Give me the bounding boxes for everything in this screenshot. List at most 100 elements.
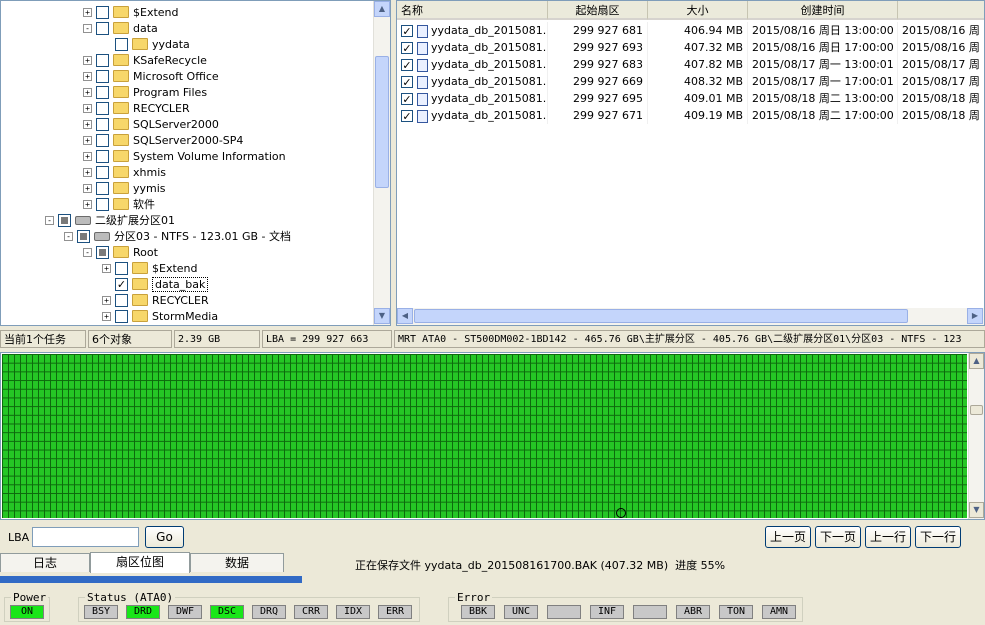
tree-checkbox[interactable] [96, 197, 109, 211]
folder-icon [113, 198, 129, 210]
expand-icon[interactable]: + [83, 199, 92, 209]
expand-icon[interactable]: + [102, 311, 111, 321]
collapse-icon[interactable]: - [64, 231, 73, 241]
scroll-down-icon[interactable]: ▼ [969, 502, 984, 518]
expand-icon[interactable]: + [83, 7, 92, 17]
file-list[interactable]: 名称 起始扇区 大小 创建时间 yydata_db_2015081...299 … [396, 0, 985, 326]
row-checkbox[interactable] [401, 42, 413, 54]
tree-checkbox[interactable] [96, 149, 109, 163]
collapse-icon[interactable]: - [83, 247, 92, 257]
tab-data[interactable]: 数据 [190, 553, 284, 572]
tree-item[interactable]: + xhmis [83, 164, 166, 180]
row-checkbox[interactable] [401, 110, 413, 122]
tree-checkbox[interactable] [115, 293, 128, 307]
tree-checkbox[interactable] [96, 21, 109, 35]
tree-item[interactable]: - Root [83, 244, 158, 260]
tree-item[interactable]: + yymis [83, 180, 166, 196]
list-horizontal-scrollbar[interactable]: ◀ ▶ [397, 308, 984, 325]
lba-input[interactable] [32, 527, 139, 547]
tree-item[interactable]: - data [83, 20, 158, 36]
tree-item[interactable]: + SQLServer2000-SP4 [83, 132, 243, 148]
expand-icon[interactable]: + [83, 87, 92, 97]
expand-icon[interactable]: + [83, 119, 92, 129]
row-checkbox[interactable] [401, 93, 413, 105]
collapse-icon[interactable]: - [45, 215, 54, 225]
scroll-thumb[interactable] [375, 56, 389, 188]
tree-checkbox[interactable] [96, 69, 109, 83]
tree-checkbox[interactable] [96, 53, 109, 67]
folder-icon [132, 294, 148, 306]
tree-item[interactable]: + $Extend [102, 260, 198, 276]
tree-item[interactable]: + RECYCLER [83, 100, 190, 116]
tree-checkbox[interactable] [115, 277, 128, 291]
collapse-icon[interactable]: - [83, 23, 92, 33]
prev-page-button[interactable]: 上一页 [765, 526, 811, 548]
row-checkbox[interactable] [401, 59, 413, 71]
tree-item[interactable]: + System Volume Information [83, 148, 286, 164]
tree-item-label: data_bak [152, 276, 209, 292]
expand-icon[interactable]: + [83, 55, 92, 65]
tree-checkbox[interactable] [77, 229, 90, 243]
tree-item[interactable]: + RECYCLER [102, 292, 209, 308]
tree-checkbox[interactable] [58, 213, 71, 227]
expand-icon[interactable]: + [83, 183, 92, 193]
tree-item[interactable]: + StormMedia [102, 308, 218, 324]
expand-icon[interactable]: + [83, 71, 92, 81]
tree-checkbox[interactable] [96, 101, 109, 115]
tree-checkbox[interactable] [115, 261, 128, 275]
tree-item[interactable]: + $Extend [83, 4, 179, 20]
tree-item[interactable]: data_bak [102, 276, 209, 292]
sector-bitmap[interactable]: ▲ ▼ [0, 352, 985, 520]
hscroll-thumb[interactable] [414, 309, 908, 323]
map-scroll-thumb[interactable] [970, 405, 983, 415]
scroll-up-icon[interactable]: ▲ [374, 1, 390, 17]
go-button[interactable]: Go [145, 526, 184, 548]
tab-sector-bitmap[interactable]: 扇区位图 [90, 552, 190, 573]
row-checkbox[interactable] [401, 25, 413, 37]
column-header-size[interactable]: 大小 [648, 1, 748, 20]
next-page-button[interactable]: 下一页 [815, 526, 861, 548]
column-header-name[interactable]: 名称 [397, 1, 548, 20]
map-vertical-scrollbar[interactable]: ▲ ▼ [968, 353, 984, 519]
scroll-right-icon[interactable]: ▶ [967, 308, 983, 324]
tree-item[interactable]: + Microsoft Office [83, 68, 219, 84]
cell-name: yydata_db_2015081... [397, 107, 548, 124]
folder-tree[interactable]: + $Extend - data yydata + KSafeRecycle + Microso… [0, 0, 391, 326]
column-header-sector[interactable]: 起始扇区 [548, 1, 648, 20]
expand-icon[interactable]: + [83, 151, 92, 161]
sector-blocks[interactable] [2, 354, 967, 518]
expand-icon[interactable]: + [83, 167, 92, 177]
expand-icon[interactable]: + [83, 135, 92, 145]
tree-checkbox[interactable] [96, 85, 109, 99]
tree-checkbox[interactable] [96, 245, 109, 259]
tree-checkbox[interactable] [115, 37, 128, 51]
tree-item[interactable]: + KSafeRecycle [83, 52, 207, 68]
tree-vertical-scrollbar[interactable]: ▲ ▼ [373, 1, 390, 325]
tree-checkbox[interactable] [96, 181, 109, 195]
tree-checkbox[interactable] [96, 117, 109, 131]
scroll-up-icon[interactable]: ▲ [969, 353, 984, 369]
tree-item[interactable]: - 分区03 - NTFS - 123.01 GB - 文档 [64, 228, 291, 244]
tree-item[interactable]: - 二级扩展分区01 [45, 212, 175, 228]
next-line-button[interactable]: 下一行 [915, 526, 961, 548]
tab-log[interactable]: 日志 [0, 553, 90, 572]
column-header-created[interactable]: 创建时间 [748, 1, 898, 20]
expand-icon[interactable]: + [83, 103, 92, 113]
expand-icon[interactable]: + [102, 263, 111, 273]
scroll-down-icon[interactable]: ▼ [374, 308, 390, 324]
tree-checkbox[interactable] [115, 309, 128, 323]
column-header-modified[interactable] [898, 1, 984, 20]
tree-item[interactable]: + Program Files [83, 84, 207, 100]
tree-item[interactable]: + 软件 [83, 196, 155, 212]
progress-text: 正在保存文件 yydata_db_201508161700.BAK (407.3… [355, 559, 726, 572]
tree-item[interactable]: yydata [102, 36, 190, 52]
tree-checkbox[interactable] [96, 133, 109, 147]
expand-icon[interactable]: + [102, 295, 111, 305]
prev-line-button[interactable]: 上一行 [865, 526, 911, 548]
tree-checkbox[interactable] [96, 165, 109, 179]
scroll-left-icon[interactable]: ◀ [397, 308, 413, 324]
power-title: Power [13, 591, 47, 604]
row-checkbox[interactable] [401, 76, 413, 88]
tree-checkbox[interactable] [96, 5, 109, 19]
tree-item[interactable]: + SQLServer2000 [83, 116, 219, 132]
